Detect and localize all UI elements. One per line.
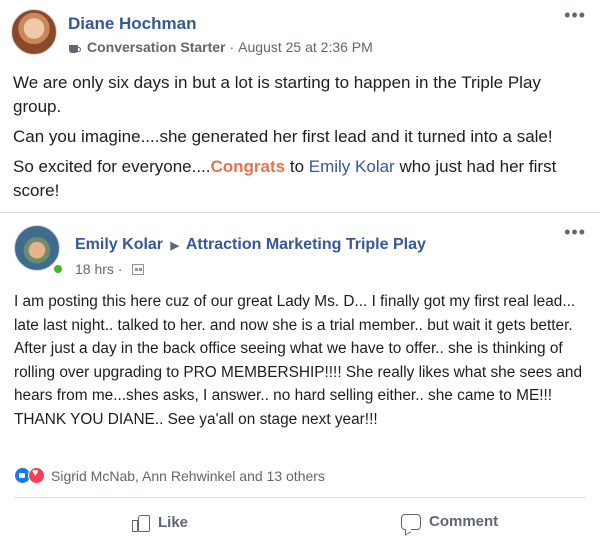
group-name-link[interactable]: Attraction Marketing Triple Play	[186, 236, 426, 253]
post-paragraph-1: We are only six days in but a lot is sta…	[13, 73, 541, 116]
shared-meta-separator: ·	[117, 261, 123, 277]
paragraph3-mid: to	[285, 157, 309, 176]
reactions-summary[interactable]: Sigrid McNab, Ann Rehwinkel and 13 other…	[14, 467, 325, 484]
post-paragraph-2: Can you imagine....she generated her fir…	[13, 127, 553, 146]
like-label: Like	[158, 513, 189, 531]
author-avatar[interactable]	[11, 9, 57, 55]
like-button[interactable]: Like	[132, 513, 189, 532]
shared-post-time[interactable]: 18 hrs	[75, 261, 114, 277]
thumbs-up-icon	[132, 513, 150, 532]
comment-label: Comment	[429, 513, 499, 530]
conversation-starter-badge[interactable]: Conversation Starter	[87, 39, 225, 55]
online-status-indicator	[52, 263, 64, 275]
arrow-right-icon: ▶	[170, 240, 179, 252]
comment-bubble-icon	[401, 513, 421, 530]
more-options-icon[interactable]: •••	[564, 6, 586, 24]
shared-post-text: I am posting this here cuz of our great …	[14, 293, 583, 428]
post-paragraph-3: So excited for everyone....Congrats to E…	[13, 155, 587, 203]
post-card: Diane Hochman Conversation Starter · Aug…	[0, 0, 600, 544]
post-meta: Conversation Starter · August 25 at 2:36…	[68, 39, 373, 55]
reactions-text[interactable]: Sigrid McNab, Ann Rehwinkel and 13 other…	[51, 468, 325, 484]
author-name[interactable]: Diane Hochman	[68, 14, 196, 34]
comment-button[interactable]: Comment	[401, 513, 498, 530]
shared-post: Emily Kolar ▶ Attraction Marketing Tripl…	[0, 212, 600, 544]
shared-post-header: Emily Kolar ▶ Attraction Marketing Tripl…	[75, 236, 426, 254]
love-reaction-icon	[28, 467, 45, 484]
congrats-highlight: Congrats	[210, 157, 286, 176]
paragraph3-prefix: So excited for everyone....	[13, 157, 211, 176]
post-timestamp[interactable]: August 25 at 2:36 PM	[238, 39, 373, 55]
calendar-icon	[131, 263, 144, 275]
more-options-icon[interactable]: •••	[564, 223, 586, 241]
action-divider	[14, 497, 586, 498]
shared-author-name[interactable]: Emily Kolar	[75, 236, 163, 253]
meta-separator: ·	[229, 39, 235, 55]
coffee-cup-icon	[68, 40, 82, 54]
shared-post-meta: 18 hrs ·	[75, 261, 144, 277]
mention-link[interactable]: Emily Kolar	[309, 157, 395, 176]
